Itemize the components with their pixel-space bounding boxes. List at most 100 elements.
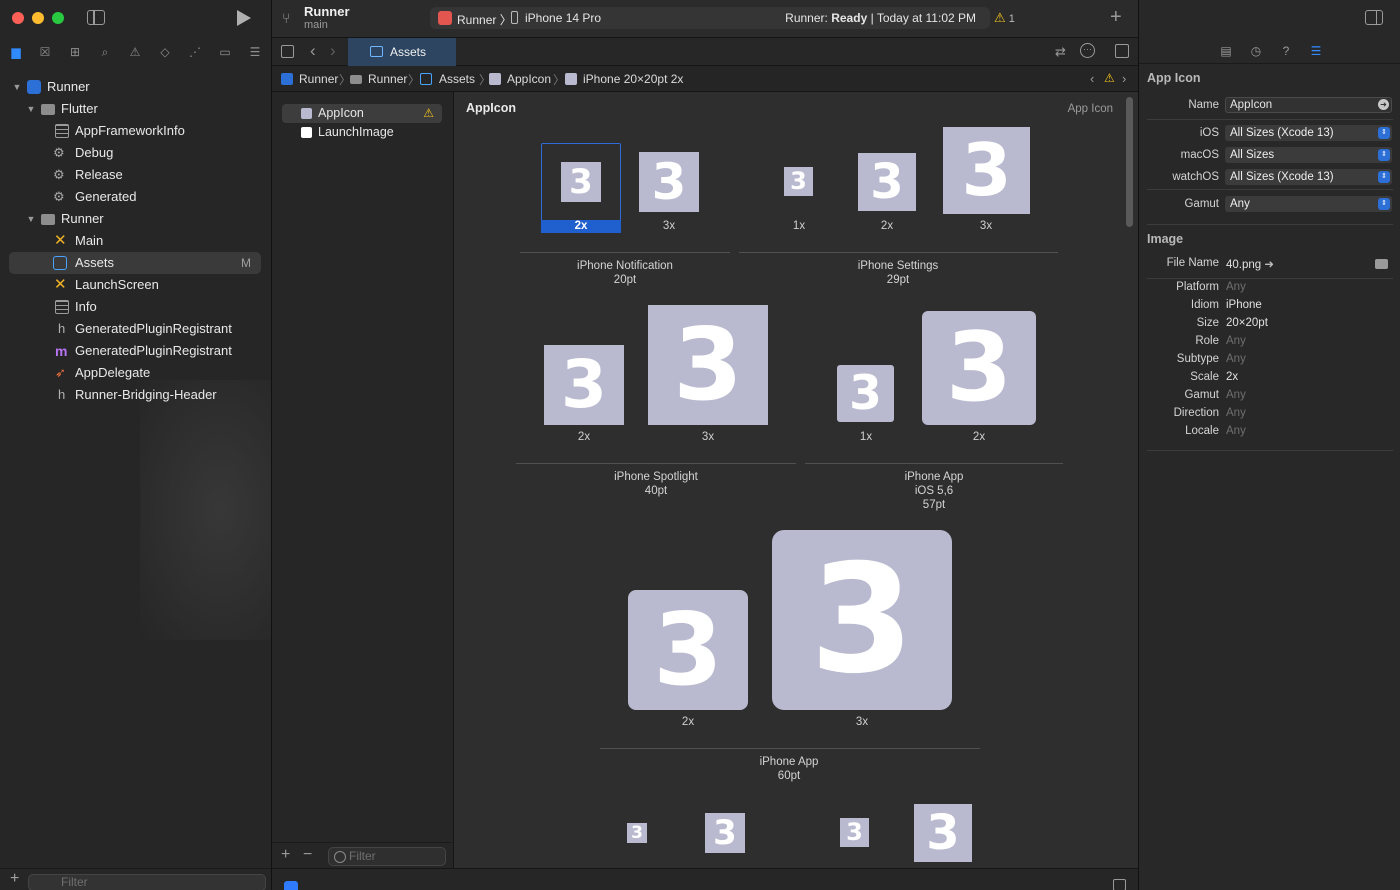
tree-row-generated[interactable]: ⚙ Generated [0, 186, 271, 208]
icon-settings-2x[interactable]: 3 [858, 153, 916, 211]
canvas-scrollbar[interactable] [1126, 97, 1133, 227]
chevron-down-icon[interactable]: ▼ [26, 208, 36, 230]
attributes-inspector-icon[interactable]: ☰ [1309, 44, 1323, 58]
forward-icon[interactable]: › [330, 41, 336, 61]
plist-icon [55, 300, 69, 314]
name-field[interactable]: AppIcon ➜ [1225, 97, 1392, 113]
icon-app57-1x[interactable]: 3 [837, 365, 894, 422]
asset-filter-input[interactable]: Filter [328, 847, 446, 866]
icon-app60-3x[interactable]: 3 [772, 530, 952, 710]
inspector-toggle-icon[interactable] [1365, 10, 1383, 25]
section-title-image: Image [1147, 232, 1184, 246]
chevron-down-icon[interactable]: ▼ [12, 76, 22, 98]
warning-indicator[interactable]: ⚠ 1 [994, 10, 1015, 26]
branch-icon[interactable]: ⑂ [282, 10, 290, 26]
tree-row-generatedpluginregistrant-h[interactable]: h GeneratedPluginRegistrant [0, 318, 271, 340]
icon-app60-2x[interactable]: 3 [628, 590, 748, 710]
find-navigator-icon[interactable]: ⌕ [97, 44, 113, 60]
breadcrumb-item[interactable]: Runner [368, 72, 407, 86]
run-destination-selector[interactable]: iPhone 14 Pro [525, 11, 601, 25]
reveal-arrow-icon[interactable]: ➜ [1264, 259, 1274, 271]
macos-select[interactable]: All Sizes ⇕ [1225, 147, 1392, 163]
tree-row-flutter-folder[interactable]: ▼ Flutter [0, 98, 271, 120]
icon-app57-2x[interactable]: 3 [922, 311, 1036, 425]
editor-options-icon[interactable]: ··· [1080, 43, 1095, 58]
minimize-window-button[interactable] [32, 12, 44, 24]
zoom-window-button[interactable] [52, 12, 64, 24]
file-inspector-icon[interactable]: ▤ [1219, 44, 1233, 58]
tree-row-appframeworkinfo[interactable]: AppFrameworkInfo [0, 120, 271, 142]
split-editor-icon[interactable] [1115, 44, 1129, 58]
debug-navigator-icon[interactable]: ⋰ [187, 44, 203, 60]
folder-navigator-icon[interactable]: ▆ [8, 44, 24, 60]
scheme-selector[interactable]: Runner 〉 [457, 11, 512, 28]
watchos-select[interactable]: All Sizes (Xcode 13) ⇕ [1225, 169, 1392, 185]
back-icon[interactable]: ‹ [310, 41, 316, 61]
adjust-editor-icon[interactable]: ⇄ [1055, 44, 1066, 60]
close-window-button[interactable] [12, 12, 24, 24]
icon-notification-3x[interactable]: 3 [639, 152, 699, 212]
tree-row-info[interactable]: Info [0, 296, 271, 318]
breadcrumb-item[interactable]: Runner [299, 72, 338, 86]
tree-row-debug[interactable]: ⚙ Debug [0, 142, 271, 164]
breadcrumb-item[interactable]: AppIcon [507, 72, 551, 86]
tree-row-bridging-header[interactable]: h Runner-Bridging-Header [0, 384, 271, 406]
tree-row-generatedpluginregistrant-m[interactable]: m GeneratedPluginRegistrant [0, 340, 271, 362]
filename-value[interactable]: 40.png ➜ [1226, 257, 1274, 271]
add-file-icon[interactable]: + [10, 870, 19, 888]
tree-row-main[interactable]: ✕ Main [0, 230, 271, 252]
folder-icon[interactable] [1375, 259, 1388, 269]
header-file-icon: h [58, 387, 66, 402]
asset-item-launchimage[interactable]: LaunchImage [282, 123, 442, 142]
history-inspector-icon[interactable]: ◷ [1249, 44, 1263, 58]
tab-assets[interactable]: Assets [348, 38, 456, 66]
divider [1147, 450, 1393, 451]
debug-area-toggle-icon[interactable] [1113, 879, 1126, 890]
symbol-navigator-icon[interactable]: ⊞ [67, 44, 83, 60]
debug-area-indicator-icon[interactable] [284, 881, 298, 890]
related-items-icon[interactable] [281, 45, 294, 58]
issue-navigator-icon[interactable]: ⚠ [127, 44, 143, 60]
breadcrumb-item[interactable]: Assets [439, 72, 475, 86]
run-button[interactable] [237, 10, 251, 26]
branch-name[interactable]: main [304, 19, 328, 31]
icon-settings-3x[interactable]: 3 [943, 127, 1030, 214]
tree-row-runner-project[interactable]: ▼ Runner [0, 76, 271, 98]
add-asset-icon[interactable]: + [281, 846, 290, 864]
tree-row-launchscreen[interactable]: ✕ LaunchScreen [0, 274, 271, 296]
ios-select[interactable]: All Sizes (Xcode 13) ⇕ [1225, 125, 1392, 141]
breadcrumb-item[interactable]: iPhone 20×20pt 2x [583, 72, 683, 86]
test-navigator-icon[interactable]: ◇ [157, 44, 173, 60]
asset-item-label: LaunchImage [318, 125, 394, 139]
icon-notification-2x[interactable]: 3 [561, 162, 601, 202]
breakpoint-navigator-icon[interactable]: ▭ [217, 44, 233, 60]
navigator-filter-input[interactable]: Filter [28, 874, 266, 890]
sidebar-toggle-icon[interactable] [87, 10, 105, 25]
warning-icon[interactable]: ⚠ [1104, 71, 1115, 85]
chevron-down-icon[interactable]: ▼ [26, 98, 36, 120]
folder-icon [41, 104, 55, 115]
icon-spotlight-3x[interactable]: 3 [648, 305, 768, 425]
icon-settings-1x[interactable]: 3 [784, 167, 813, 196]
report-navigator-icon[interactable]: ☰ [247, 44, 263, 60]
help-inspector-icon[interactable]: ? [1279, 44, 1293, 58]
objc-file-icon: m [55, 343, 68, 359]
source-control-navigator-icon[interactable]: ☒ [37, 44, 53, 60]
previous-issue-icon[interactable]: ‹ [1090, 71, 1094, 86]
tree-row-assets[interactable]: Assets M [9, 252, 261, 274]
icon-next-row[interactable]: 3 [705, 813, 745, 853]
library-plus-icon[interactable]: + [1110, 6, 1122, 29]
scheme-status-bar[interactable]: Runner 〉 iPhone 14 Pro Runner: Ready | T… [430, 7, 990, 29]
icon-next-row[interactable]: 3 [914, 804, 972, 862]
icon-next-row[interactable]: 3 [627, 823, 647, 843]
tree-row-appdelegate[interactable]: ➶ AppDelegate [0, 362, 271, 384]
go-arrow-icon[interactable]: ➜ [1378, 99, 1389, 110]
tree-row-release[interactable]: ⚙ Release [0, 164, 271, 186]
icon-next-row[interactable]: 3 [840, 818, 869, 847]
gamut-select[interactable]: Any ⇕ [1225, 196, 1392, 212]
tree-row-runner-folder[interactable]: ▼ Runner [0, 208, 271, 230]
remove-asset-icon[interactable]: − [303, 846, 312, 864]
icon-spotlight-2x[interactable]: 3 [544, 345, 624, 425]
next-issue-icon[interactable]: › [1122, 71, 1126, 86]
asset-item-appicon[interactable]: AppIcon ⚠ [282, 104, 442, 123]
